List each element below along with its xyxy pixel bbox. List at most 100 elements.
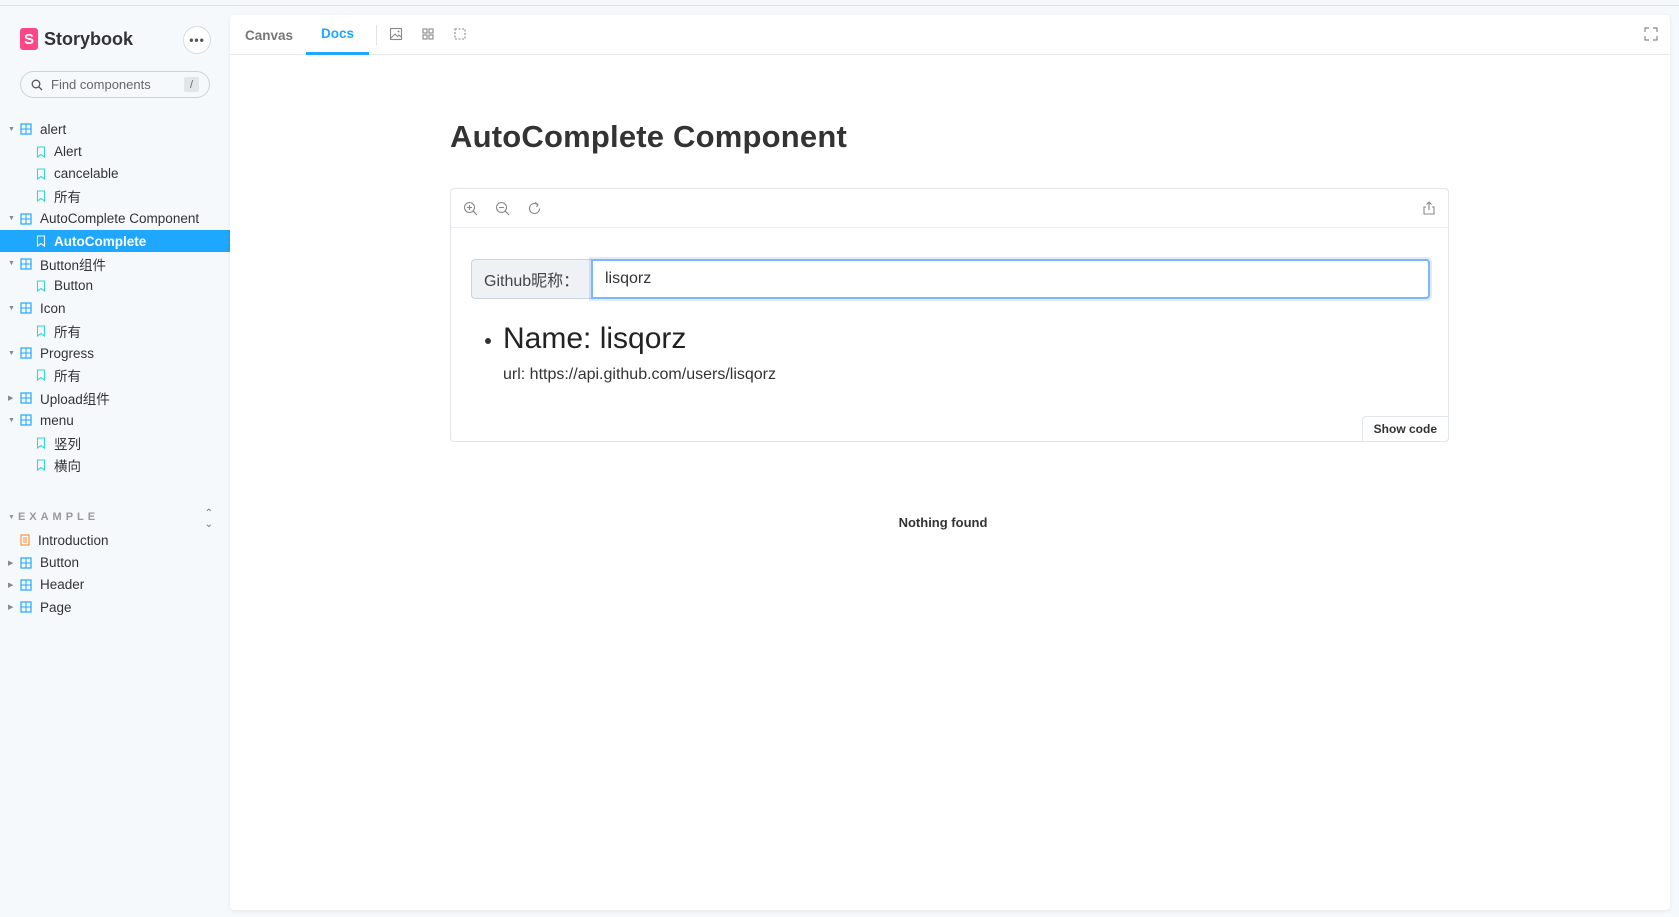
tab-canvas[interactable]: Canvas — [245, 15, 293, 55]
sidebar-group-menu[interactable]: ▼ menu — [0, 409, 230, 431]
search-icon — [31, 79, 43, 90]
outline-icon[interactable] — [453, 27, 467, 41]
sidebar-item-label: Header — [40, 577, 85, 593]
caret-down-icon: ▼ — [8, 215, 15, 223]
sidebar-doc-introduction[interactable]: Introduction — [0, 529, 230, 551]
tab-label: Canvas — [245, 27, 294, 43]
show-code-button[interactable]: Show code — [1361, 416, 1449, 442]
toolbar-divider — [376, 25, 377, 45]
document-icon — [20, 534, 30, 546]
search-box[interactable]: / — [20, 71, 210, 98]
search-input[interactable] — [51, 77, 181, 92]
toolbar: Canvas Docs — [230, 15, 1670, 55]
component-icon — [20, 347, 32, 359]
sidebar-story-alert[interactable]: Alert — [0, 140, 230, 162]
section-caret-icon: ▼ — [8, 513, 15, 521]
bookmark-icon — [36, 280, 46, 292]
sidebar-item-label: Alert — [54, 144, 82, 160]
sidebar-item-label: 所有 — [54, 190, 81, 206]
sidebar-item-label: Button — [54, 278, 94, 294]
page-title: AutoComplete Component — [450, 119, 848, 154]
caret-right-icon: ▶ — [8, 604, 14, 612]
example-tree: Introduction ▶ Button ▶ Header ▶ Page — [0, 529, 230, 619]
sidebar-group-icon[interactable]: ▼ Icon — [0, 297, 230, 319]
grid-icon[interactable] — [421, 27, 435, 41]
sidebar-item-label: Button — [40, 555, 80, 571]
story-preview: Github昵称： Name: lisqorz url: https://api… — [450, 188, 1449, 442]
caret-down-icon: ▼ — [8, 304, 15, 312]
sidebar-story-竖列[interactable]: 竖列 — [0, 431, 230, 453]
sidebar-item-label: Icon — [40, 300, 66, 316]
component-icon — [20, 123, 32, 135]
component-icon — [20, 213, 32, 225]
sidebar-item-label: AutoComplete Component — [40, 211, 200, 227]
component-icon — [20, 392, 32, 404]
empty-message: Nothing found — [898, 515, 988, 530]
input-label: Github昵称： — [471, 259, 591, 299]
section-title: EXAMPLE — [17, 511, 100, 523]
more-options-button[interactable]: ••• — [183, 26, 211, 54]
component-tree: ▼ alert Alert cancelable 所有 ▼ AutoComplete Com… — [0, 118, 230, 476]
sidebar-item-label: menu — [40, 412, 74, 428]
caret-down-icon: ▼ — [8, 125, 15, 133]
component-icon — [20, 257, 32, 270]
component-icon — [20, 556, 32, 569]
list-bullet — [485, 338, 491, 344]
sidebar: S Storybook ••• / ▼ alert Alert cancelable 所… — [0, 6, 230, 917]
zoom-reset-icon[interactable] — [527, 201, 542, 216]
search-shortcut-key: / — [184, 77, 199, 92]
sidebar-item-label: AutoComplete — [54, 233, 147, 249]
component-icon — [20, 414, 32, 426]
sidebar-group-button组件[interactable]: ▼ Button组件 — [0, 252, 230, 274]
bookmark-icon — [36, 168, 46, 180]
sidebar-item-label: Page — [40, 599, 72, 615]
main-panel: Canvas Docs AutoComplete Component Githu… — [230, 15, 1670, 910]
zoom-out-icon[interactable] — [495, 201, 510, 216]
sidebar-story-cancelable[interactable]: cancelable — [0, 163, 230, 185]
caret-down-icon: ▼ — [8, 416, 15, 424]
sidebar-item-label: cancelable — [54, 166, 119, 182]
brand[interactable]: S Storybook — [20, 28, 133, 50]
bookmark-icon — [36, 437, 46, 449]
sidebar-item-label: Progress — [40, 345, 95, 361]
fullscreen-icon[interactable] — [1644, 27, 1658, 41]
sidebar-story-所有[interactable]: 所有 — [0, 185, 230, 207]
sidebar-story-横向[interactable]: 横向 — [0, 454, 230, 476]
sidebar-group-page[interactable]: ▶ Page — [0, 596, 230, 618]
github-input-group: Github昵称： — [471, 259, 1430, 299]
component-icon — [20, 601, 32, 613]
sidebar-item-label: Button组件 — [40, 257, 107, 273]
sidebar-story-所有[interactable]: 所有 — [0, 320, 230, 342]
sidebar-group-alert[interactable]: ▼ alert — [0, 118, 230, 140]
sidebar-story-autocomplete[interactable]: AutoComplete — [0, 229, 230, 253]
autocomplete-input[interactable] — [591, 259, 1430, 299]
sidebar-group-autocomplete-component[interactable]: ▼ AutoComplete Component — [0, 208, 230, 230]
tab-docs[interactable]: Docs — [306, 15, 370, 55]
window-top-border — [0, 0, 1679, 6]
sidebar-item-label: 竖列 — [54, 436, 81, 452]
sidebar-item-label: 所有 — [54, 369, 81, 385]
sidebar-item-label: 所有 — [54, 324, 81, 340]
storybook-logo-icon: S — [20, 28, 38, 50]
sidebar-story-所有[interactable]: 所有 — [0, 364, 230, 386]
section-header-example[interactable]: ▼ EXAMPLE ⌃ ⌄ — [8, 508, 213, 530]
suggestion-name[interactable]: Name: lisqorz — [503, 322, 776, 356]
sidebar-group-header[interactable]: ▶ Header — [0, 574, 230, 596]
sidebar-story-button[interactable]: Button — [0, 275, 230, 297]
sidebar-group-upload组件[interactable]: ▶ Upload组件 — [0, 387, 230, 409]
bookmark-icon — [36, 190, 46, 203]
expand-collapse-icon[interactable]: ⌃ ⌄ — [205, 508, 213, 530]
share-icon[interactable] — [1422, 201, 1436, 215]
sidebar-item-label: 横向 — [54, 459, 81, 475]
bookmark-icon — [36, 369, 46, 382]
zoom-in-icon[interactable] — [463, 201, 478, 216]
component-icon — [20, 302, 32, 314]
sidebar-group-button[interactable]: ▶ Button — [0, 551, 230, 573]
sidebar-group-progress[interactable]: ▼ Progress — [0, 342, 230, 364]
caret-right-icon: ▶ — [8, 559, 14, 567]
suggestion-url[interactable]: url: https://api.github.com/users/lisqor… — [503, 366, 776, 384]
image-background-icon[interactable] — [389, 27, 403, 41]
bookmark-icon — [36, 235, 46, 248]
caret-down-icon: ▼ — [8, 260, 15, 268]
bookmark-icon — [36, 325, 46, 337]
